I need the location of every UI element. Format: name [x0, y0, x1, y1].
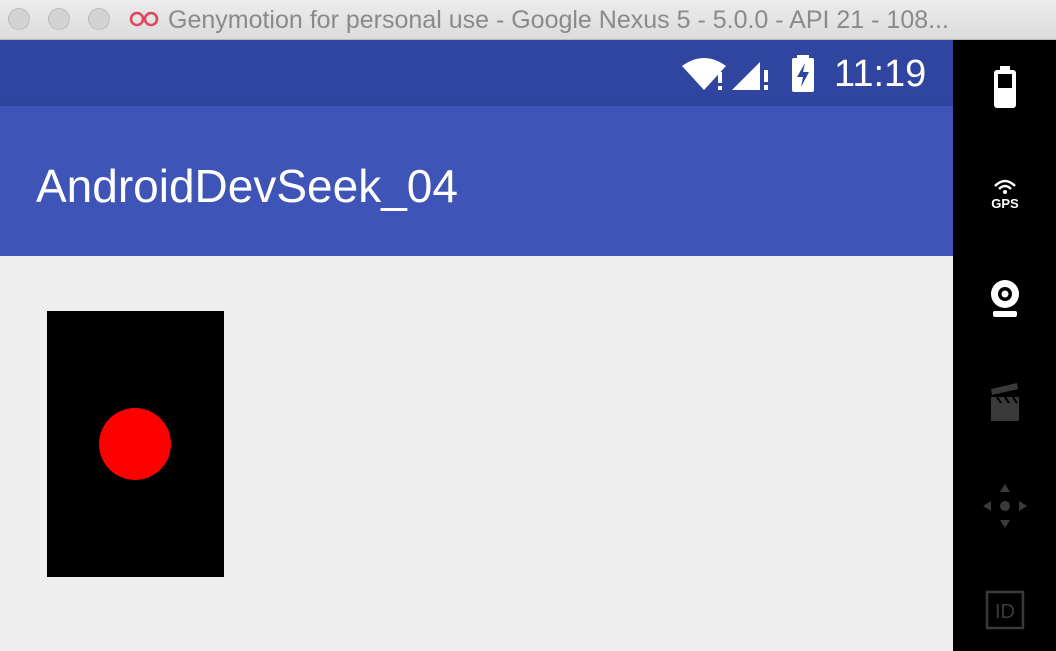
- gps-widget-button[interactable]: GPS: [979, 168, 1031, 220]
- dpad-widget-button[interactable]: [979, 480, 1031, 532]
- android-status-bar: 11:19: [0, 40, 953, 106]
- genymotion-logo-icon: [129, 11, 159, 27]
- battery-charging-icon: [792, 55, 814, 92]
- wifi-icon: [682, 58, 726, 90]
- device-id-label: ID: [995, 601, 1015, 623]
- app-toolbar: AndroidDevSeek_04: [0, 106, 953, 256]
- cell-signal-icon: [732, 62, 768, 90]
- device-id-icon: ID: [985, 590, 1025, 630]
- close-window-button[interactable]: [8, 8, 30, 30]
- custom-canvas-view[interactable]: [47, 311, 224, 577]
- window-titlebar: Genymotion for personal use - Google Nex…: [0, 0, 1056, 40]
- status-clock: 11:19: [834, 53, 927, 95]
- webcam-icon: [991, 280, 1019, 317]
- screen-capture-icon: [991, 383, 1019, 421]
- genymotion-toolbar: GPS ID: [953, 40, 1056, 651]
- screen-capture-widget-button[interactable]: [979, 376, 1031, 428]
- zoom-window-button[interactable]: [88, 8, 110, 30]
- red-dot[interactable]: [99, 408, 171, 480]
- device-id-widget-button[interactable]: ID: [979, 584, 1031, 636]
- main-content: [0, 256, 953, 651]
- gps-label: GPS: [991, 196, 1019, 211]
- window-title: Genymotion for personal use - Google Nex…: [168, 6, 949, 34]
- app-title: AndroidDevSeek_04: [36, 160, 458, 212]
- minimize-window-button[interactable]: [48, 8, 70, 30]
- dpad-icon: [983, 484, 1027, 528]
- battery-widget-button[interactable]: [979, 62, 1031, 114]
- battery-icon: [994, 66, 1016, 108]
- webcam-widget-button[interactable]: [979, 272, 1031, 324]
- gps-icon: GPS: [991, 179, 1019, 211]
